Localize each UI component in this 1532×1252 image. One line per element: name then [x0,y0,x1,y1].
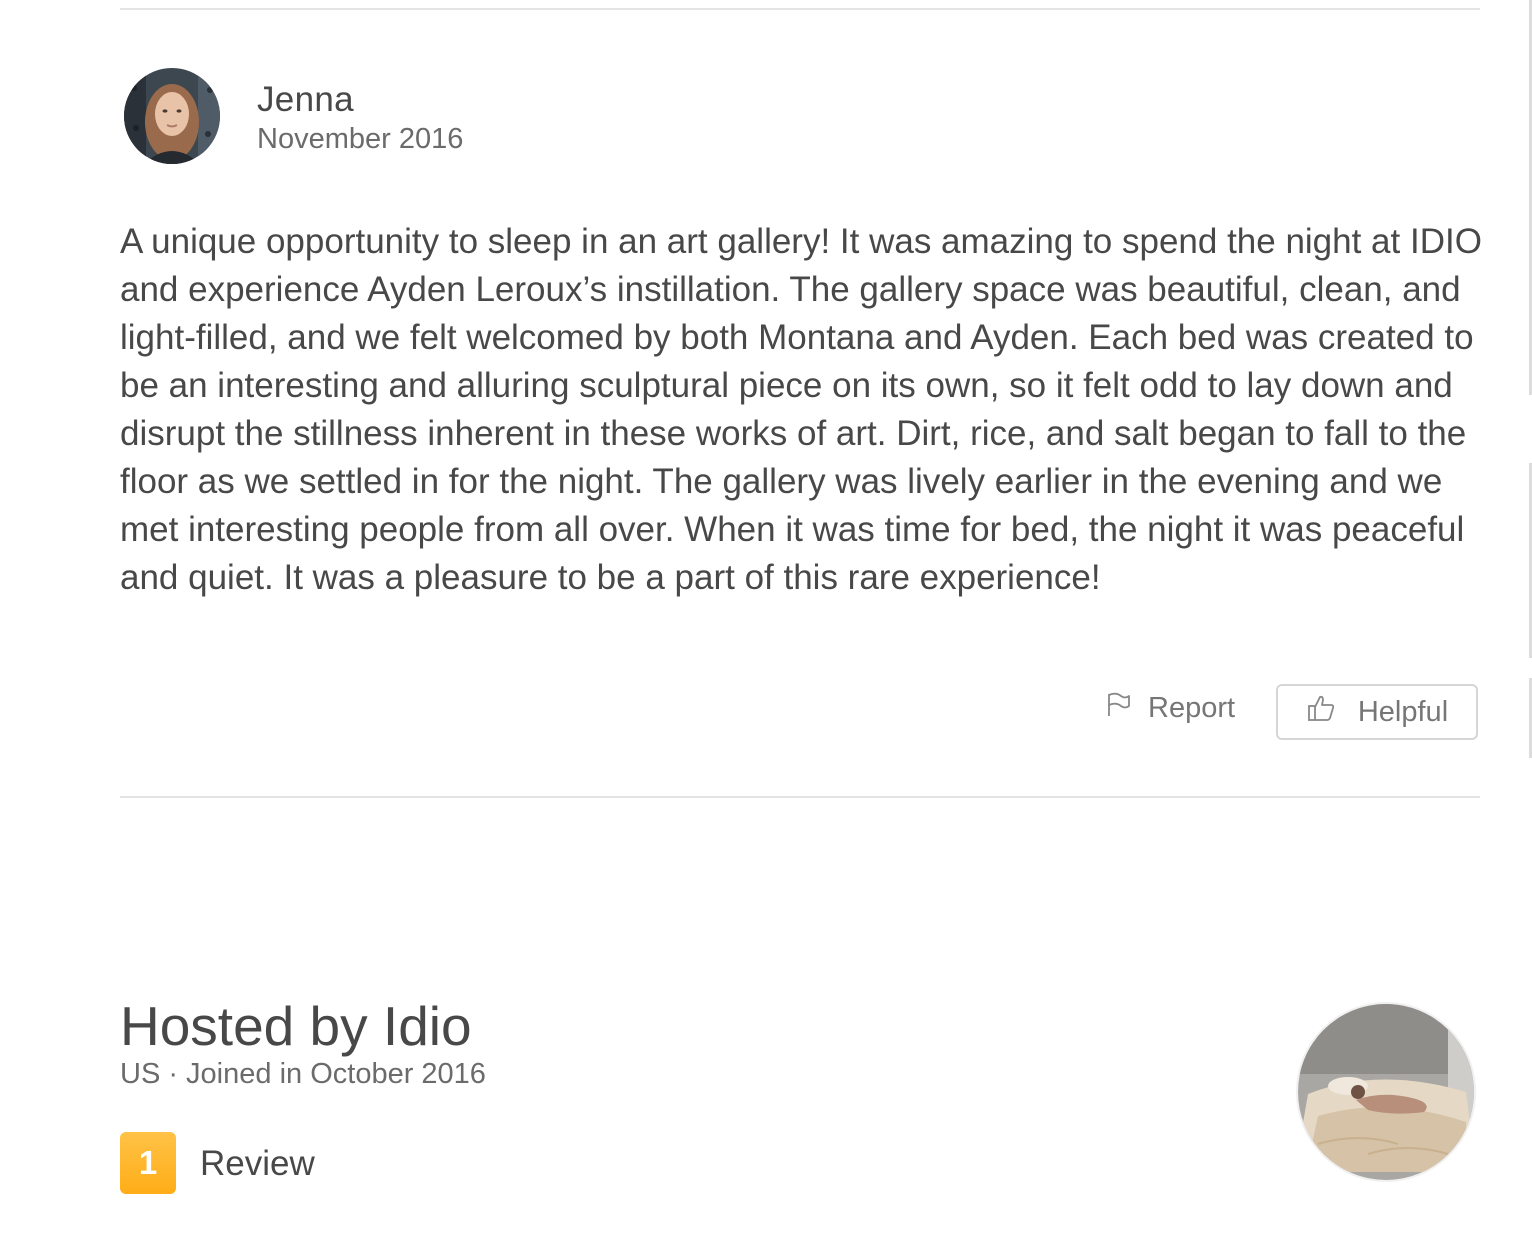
top-divider [120,8,1480,10]
host-avatar[interactable] [1298,1004,1474,1180]
section-divider [120,796,1480,798]
review-date: November 2016 [257,123,464,155]
review-count-badge[interactable]: 1 [120,1132,176,1194]
reviewer-name[interactable]: Jenna [257,80,354,120]
host-title: Hosted by Idio [120,995,472,1057]
thumbs-up-icon [1306,693,1336,731]
report-link[interactable]: Report [1104,690,1235,726]
helpful-button[interactable]: Helpful [1276,684,1478,740]
reviewer-avatar[interactable] [124,68,220,164]
helpful-label: Helpful [1357,695,1449,728]
report-label: Report [1148,691,1236,724]
page: Jenna November 2016 A unique opportunity… [0,0,1532,1252]
flag-icon [1104,690,1132,726]
review-count-label[interactable]: Review [200,1144,315,1184]
review-text: A unique opportunity to sleep in an art … [120,222,1482,597]
host-meta: US · Joined in October 2016 [120,1058,486,1090]
